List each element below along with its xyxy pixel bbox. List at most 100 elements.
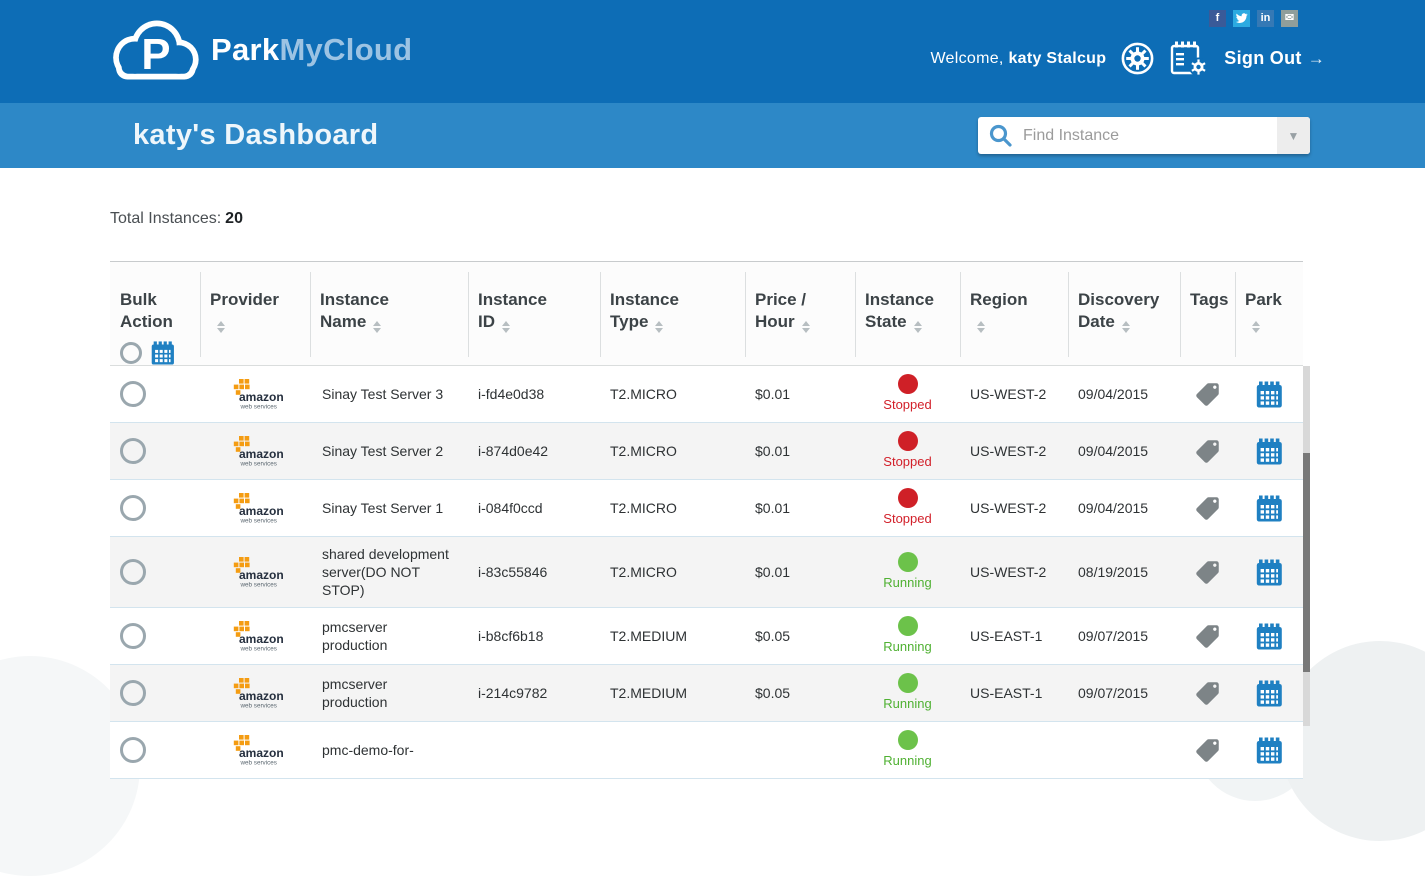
state-label: Stopped (883, 396, 931, 414)
state-dot-icon (898, 730, 918, 750)
cell-region: US-WEST-2 (960, 377, 1068, 411)
tags-button[interactable] (1194, 680, 1221, 707)
column-header-price[interactable]: Price /Hour (745, 262, 855, 365)
sort-icon[interactable] (373, 321, 381, 333)
instance-state: Stopped (855, 374, 960, 414)
tags-button[interactable] (1194, 495, 1221, 522)
park-schedule-button[interactable] (1256, 381, 1283, 408)
park-schedule-button[interactable] (1256, 559, 1283, 586)
search-input[interactable] (1021, 126, 1277, 146)
row-select-radio[interactable] (120, 680, 146, 706)
svg-text:web services: web services (240, 403, 277, 410)
svg-text:web services: web services (240, 517, 277, 524)
sort-icon[interactable] (802, 321, 810, 333)
column-header-name[interactable]: InstanceName (310, 262, 468, 365)
price-per-hour: $0.05 (755, 684, 790, 702)
sort-icon[interactable] (655, 321, 663, 333)
arrow-right-icon: → (1308, 49, 1325, 69)
cell-name: shared development server(DO NOT STOP) (310, 537, 468, 607)
cell-id: i-83c55846 (468, 555, 600, 589)
cell-id: i-874d0e42 (468, 434, 600, 468)
calendar-settings-icon[interactable] (1169, 40, 1209, 77)
tags-button[interactable] (1194, 438, 1221, 465)
instance-name: Sinay Test Server 3 (322, 385, 443, 403)
tags-button[interactable] (1194, 623, 1221, 650)
row-select-radio[interactable] (120, 438, 146, 464)
cell-park (1235, 551, 1303, 594)
social-links: f in ✉ (1209, 10, 1298, 27)
state-dot-icon (898, 673, 918, 693)
sort-icon[interactable] (217, 321, 225, 333)
price-per-hour: $0.01 (755, 442, 790, 460)
instance-name: shared development server(DO NOT STOP) (322, 545, 452, 599)
search-dropdown-button[interactable]: ▼ (1277, 117, 1310, 154)
column-header-type[interactable]: InstanceType (600, 262, 745, 365)
instance-state: Running (855, 730, 960, 770)
table-row: amazon web services Sinay Test Server 2i… (110, 423, 1303, 480)
row-select-radio[interactable] (120, 623, 146, 649)
cell-bulk (110, 551, 200, 593)
cell-region: US-WEST-2 (960, 491, 1068, 525)
page-title: katy's Dashboard (133, 103, 378, 167)
row-select-radio[interactable] (120, 559, 146, 585)
park-schedule-button[interactable] (1256, 438, 1283, 465)
sort-icon[interactable] (1122, 321, 1130, 333)
state-dot-icon (898, 488, 918, 508)
park-schedule-button[interactable] (1256, 495, 1283, 522)
instance-name: pmc-demo-for- (322, 741, 414, 759)
cell-type: T2.MEDIUM (600, 676, 745, 710)
cell-tags (1180, 729, 1235, 772)
region: US-WEST-2 (970, 563, 1046, 581)
park-schedule-button[interactable] (1256, 737, 1283, 764)
cell-bulk (110, 729, 200, 771)
region: US-EAST-1 (970, 627, 1042, 645)
tags-button[interactable] (1194, 381, 1221, 408)
row-select-radio[interactable] (120, 737, 146, 763)
column-header-provider[interactable]: Provider (200, 262, 310, 365)
sign-out-button[interactable]: Sign Out → (1224, 48, 1325, 69)
park-schedule-button[interactable] (1256, 623, 1283, 650)
instance-id: i-b8cf6b18 (478, 627, 543, 645)
state-label: Running (883, 752, 931, 770)
cell-date: 09/04/2015 (1068, 434, 1180, 468)
vertical-scrollbar-thumb[interactable] (1303, 453, 1310, 672)
sort-icon[interactable] (502, 321, 510, 333)
tags-button[interactable] (1194, 559, 1221, 586)
instance-name: pmcserver production (322, 675, 452, 711)
column-header-park[interactable]: Park (1235, 262, 1303, 365)
top-header-bar: P ParkMyCloud f in✉ Welcome, katy Stalcu… (0, 0, 1425, 103)
calendar-icon (151, 341, 175, 365)
cell-price: $0.01 (745, 555, 855, 589)
brand-name: ParkMyCloud (211, 32, 412, 68)
svg-text:amazon: amazon (239, 746, 284, 760)
park-schedule-button[interactable] (1256, 680, 1283, 707)
sort-icon[interactable] (914, 321, 922, 333)
column-header-date[interactable]: DiscoveryDate (1068, 262, 1180, 365)
tags-button[interactable] (1194, 737, 1221, 764)
column-header-region[interactable]: Region (960, 262, 1068, 365)
row-select-radio[interactable] (120, 495, 146, 521)
table-row: amazon web services pmcserver production… (110, 608, 1303, 665)
column-header-state[interactable]: InstanceState (855, 262, 960, 365)
select-all-radio[interactable] (120, 342, 142, 364)
tag-icon (1194, 495, 1221, 522)
sort-icon[interactable] (1252, 321, 1260, 333)
sort-icon[interactable] (977, 321, 985, 333)
instance-id: i-874d0e42 (478, 442, 548, 460)
row-select-radio[interactable] (120, 381, 146, 407)
table-body: amazon web services Sinay Test Server 3 i… (110, 366, 1303, 779)
linkedin-icon[interactable]: in (1257, 10, 1274, 27)
bulk-schedule-calendar-icon[interactable] (151, 341, 175, 365)
cell-state: Stopped (855, 423, 960, 479)
discovery-date: 08/19/2015 (1078, 563, 1148, 581)
calendar-icon (1256, 559, 1283, 586)
cell-id: i-b8cf6b18 (468, 619, 600, 653)
facebook-icon[interactable]: f (1209, 10, 1226, 27)
parkmycloud-logo[interactable]: P ParkMyCloud (106, 12, 412, 88)
twitter-icon[interactable] (1233, 10, 1250, 27)
cell-bulk (110, 672, 200, 714)
email-icon[interactable]: ✉ (1281, 10, 1298, 27)
column-header-id[interactable]: InstanceID (468, 262, 600, 365)
settings-gear-icon[interactable] (1121, 42, 1154, 75)
svg-text:amazon: amazon (239, 568, 284, 582)
